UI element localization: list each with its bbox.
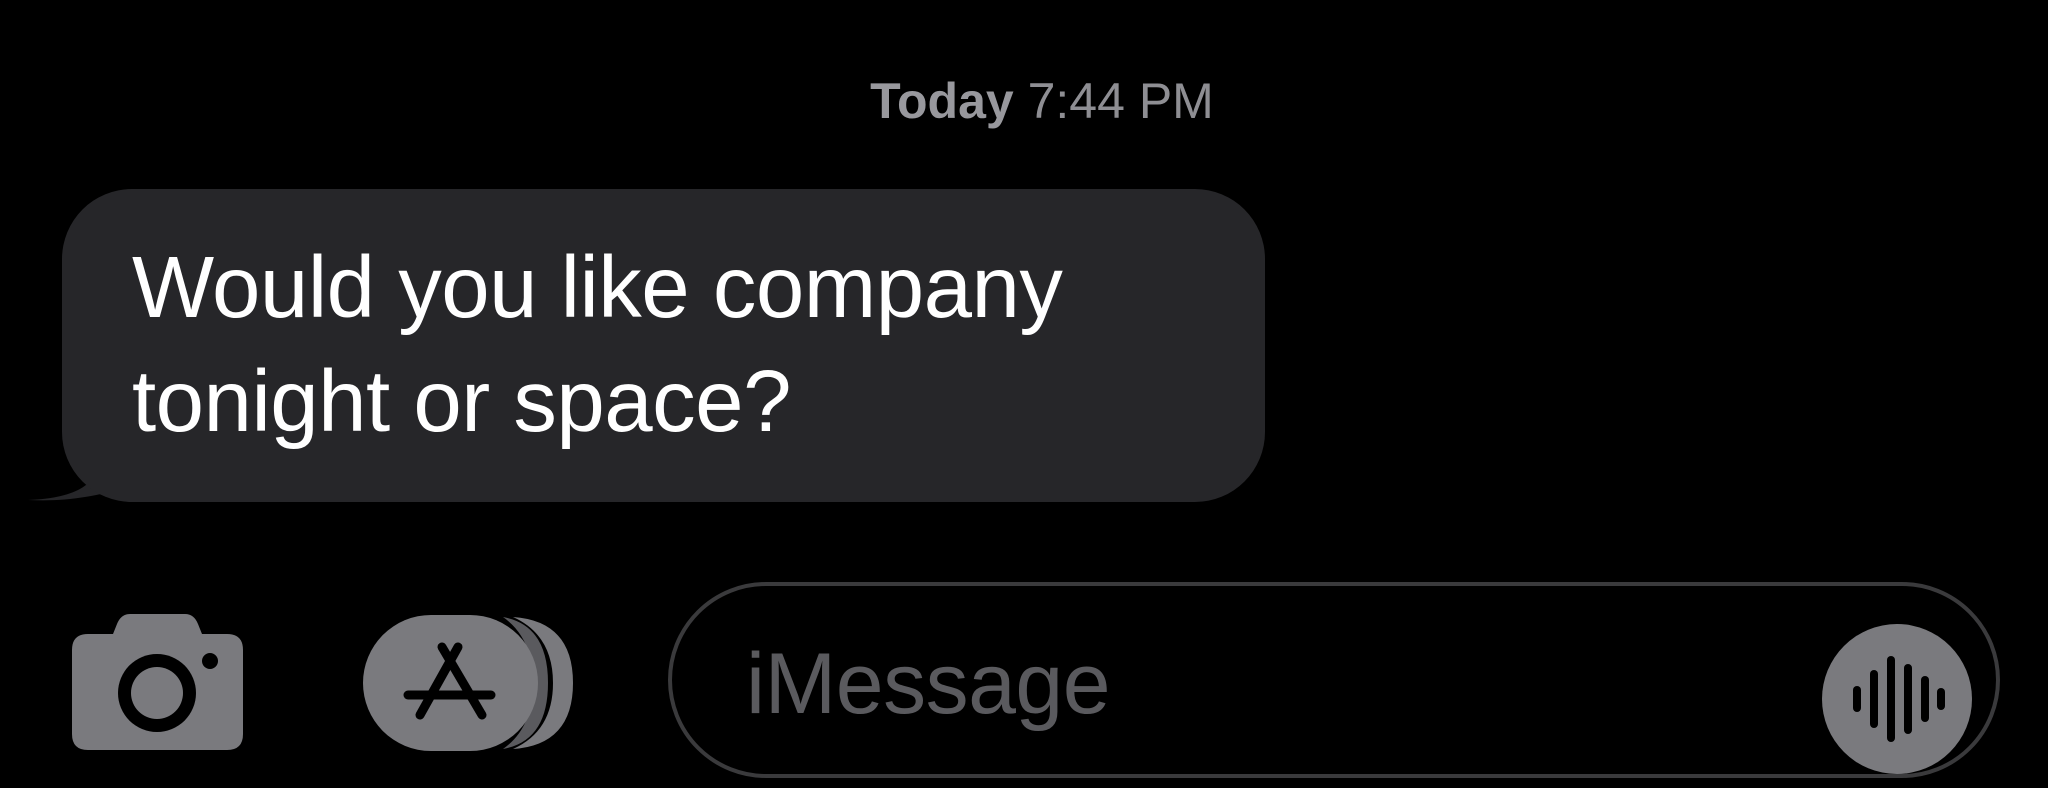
camera-icon	[72, 614, 243, 750]
app-store-icon	[363, 615, 573, 751]
incoming-message-bubble[interactable]: Would you like company tonight or space?	[62, 189, 1265, 502]
timestamp-day: Today	[870, 73, 1014, 129]
message-input-field[interactable]: iMessage	[668, 582, 2000, 778]
waveform-icon	[1853, 656, 1945, 742]
apps-button[interactable]	[363, 613, 573, 753]
message-timestamp: Today 7:44 PM	[0, 66, 2048, 136]
timestamp-time: 7:44 PM	[1027, 73, 1214, 129]
message-input-placeholder: iMessage	[746, 636, 1111, 732]
message-text: Would you like company tonight or space?	[132, 239, 1063, 450]
camera-button[interactable]	[72, 614, 243, 750]
audio-message-button[interactable]	[1822, 624, 1972, 774]
